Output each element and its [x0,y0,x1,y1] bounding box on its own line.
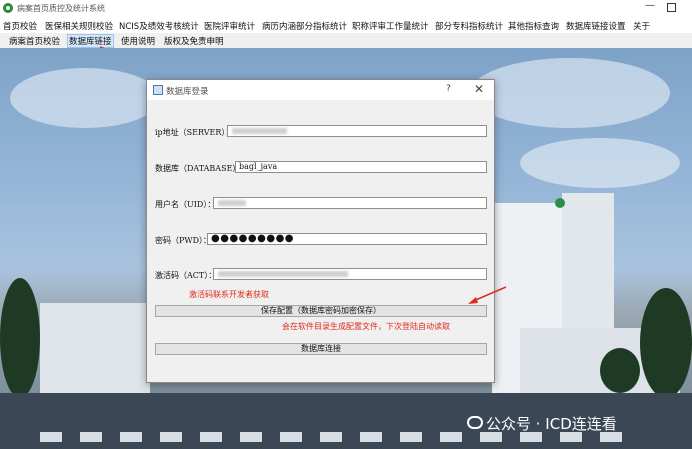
password-label: 密码（PWD）： [155,236,212,245]
activation-input[interactable] [213,268,487,280]
save-note: 会在软件目录生成配置文件，下次登陆自动读取 [282,322,450,331]
menu-item-db-settings[interactable]: 数据库链接设置 [566,20,626,32]
menu-item-title-workload[interactable]: 职称评审工作量统计 [352,20,429,32]
menu-item-ncis-stats[interactable]: NCIS及绩效考核统计 [119,20,199,32]
db-login-dialog: 数据库登录 ? ✕ ip地址（SERVER）： 数据库（DATABASE）： b… [146,79,495,383]
menu-item-specialty-stats[interactable]: 部分专科指标统计 [435,20,503,32]
password-input[interactable]: ●●●●●●●●● [207,233,487,245]
app-title: 病案首页质控及统计系统 [17,4,105,13]
dialog-titlebar: 数据库登录 ? ✕ [147,80,494,100]
database-label: 数据库（DATABASE）： [155,164,245,173]
ip-label: ip地址（SERVER）： [155,128,234,137]
uid-label: 用户名（UID）： [155,200,216,209]
menu-item-about[interactable]: 关于 [633,20,650,32]
tab-homepage-check[interactable]: 病案首页校验 [9,35,60,47]
menu-item-other-query[interactable]: 其他指标查询 [508,20,559,32]
app-logo-icon [3,3,13,13]
maximize-icon[interactable] [667,3,676,12]
wechat-logo-icon [467,416,483,429]
close-icon[interactable]: ✕ [474,82,484,96]
uid-input[interactable] [213,197,487,209]
annotation-arrow-right [468,286,507,304]
db-connect-button[interactable]: 数据库连接 [155,343,487,355]
ip-input[interactable] [227,125,487,137]
minimize-icon[interactable]: — [643,0,657,14]
redacted-ip [232,128,287,134]
dialog-window-icon [153,85,163,95]
menu-bar: 首页校验 医保相关规则校验 NCIS及绩效考核统计 医院评审统计 病历内涵部分指… [0,17,692,33]
menu-item-insurance-rules[interactable]: 医保相关规则校验 [45,20,113,32]
tab-instructions[interactable]: 使用说明 [121,35,155,47]
dialog-title: 数据库登录 [166,87,209,97]
activation-label: 激活码（ACT）： [155,271,217,280]
tab-disclaimer[interactable]: 版权及免责申明 [164,35,224,47]
menu-item-record-quality[interactable]: 病历内涵部分指标统计 [262,20,347,32]
help-icon[interactable]: ? [446,84,451,94]
watermark-text: 公众号 · ICD连连看 [486,415,617,433]
redacted-activation [218,271,348,277]
save-config-button[interactable]: 保存配置（数据库密码加密保存） [155,305,487,317]
redacted-uid [218,200,246,206]
activation-note: 激活码联系开发者获取 [189,290,269,299]
menu-item-homepage-check[interactable]: 首页校验 [3,20,37,32]
app-titlebar: 病案首页质控及统计系统 — [0,0,692,17]
menu-item-hospital-review[interactable]: 医院评审统计 [204,20,255,32]
database-input[interactable]: bagl_java [235,161,487,173]
